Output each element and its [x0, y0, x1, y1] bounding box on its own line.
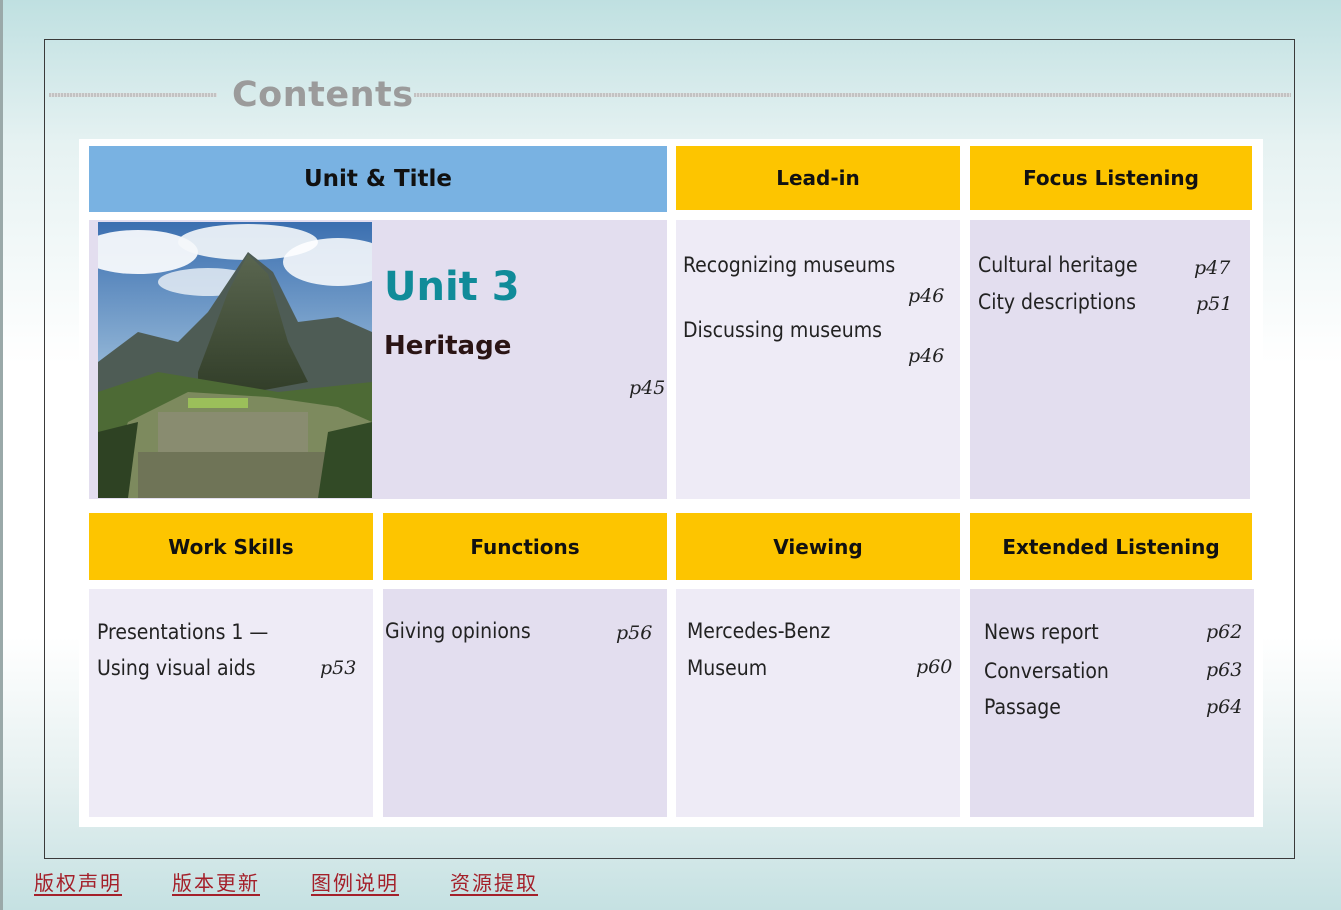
unit-page: p45: [629, 377, 666, 399]
header-work-skills: Work Skills: [89, 513, 373, 580]
functions-item[interactable]: Giving opinions: [385, 618, 531, 644]
extended-listening-item-1[interactable]: News report: [984, 619, 1099, 645]
window-left-edge: [0, 0, 3, 910]
work-skills-page: p53: [320, 657, 357, 679]
extended-listening-item-1-page: p62: [1206, 621, 1243, 643]
unit-name[interactable]: Heritage: [384, 330, 511, 362]
title-rule-left: [49, 93, 217, 97]
lead-in-item-1-page: p46: [908, 285, 945, 307]
header-lead-in: Lead-in: [676, 146, 960, 210]
header-functions: Functions: [383, 513, 667, 580]
page-title: Contents: [232, 75, 414, 115]
footer-link-legend[interactable]: 图例说明: [311, 870, 399, 896]
header-extended-listening: Extended Listening: [970, 513, 1252, 580]
focus-listening-item-1-page: p47: [1194, 257, 1231, 279]
functions-page: p56: [616, 622, 653, 644]
lead-in-item-2[interactable]: Discussing museums: [683, 317, 882, 343]
header-viewing: Viewing: [676, 513, 960, 580]
extended-listening-item-3[interactable]: Passage: [984, 694, 1061, 720]
mountain-ruins-image: [98, 222, 372, 498]
viewing-line-1[interactable]: Mercedes-Benz: [687, 618, 830, 644]
viewing-line-2[interactable]: Museum: [687, 655, 767, 681]
viewing-page: p60: [916, 656, 953, 678]
lead-in-item-2-page: p46: [908, 345, 945, 367]
focus-listening-item-1[interactable]: Cultural heritage: [978, 252, 1138, 278]
work-skills-line-1[interactable]: Presentations 1 —: [97, 619, 268, 645]
focus-listening-item-2[interactable]: City descriptions: [978, 289, 1136, 315]
extended-listening-item-3-page: p64: [1206, 696, 1243, 718]
footer-link-version-update[interactable]: 版本更新: [172, 870, 260, 896]
title-rule-right: [414, 93, 1291, 97]
lead-in-item-1[interactable]: Recognizing museums: [683, 252, 895, 278]
extended-listening-item-2[interactable]: Conversation: [984, 658, 1109, 684]
focus-listening-item-2-page: p51: [1196, 293, 1233, 315]
work-skills-line-2[interactable]: Using visual aids: [97, 655, 256, 681]
header-focus-listening: Focus Listening: [970, 146, 1252, 210]
header-unit-title: Unit & Title: [89, 146, 667, 212]
footer-link-resources[interactable]: 资源提取: [450, 870, 538, 896]
unit-photo: [98, 222, 372, 498]
footer-link-copyright[interactable]: 版权声明: [34, 870, 122, 896]
extended-listening-item-2-page: p63: [1206, 659, 1243, 681]
unit-number[interactable]: Unit 3: [384, 262, 520, 312]
